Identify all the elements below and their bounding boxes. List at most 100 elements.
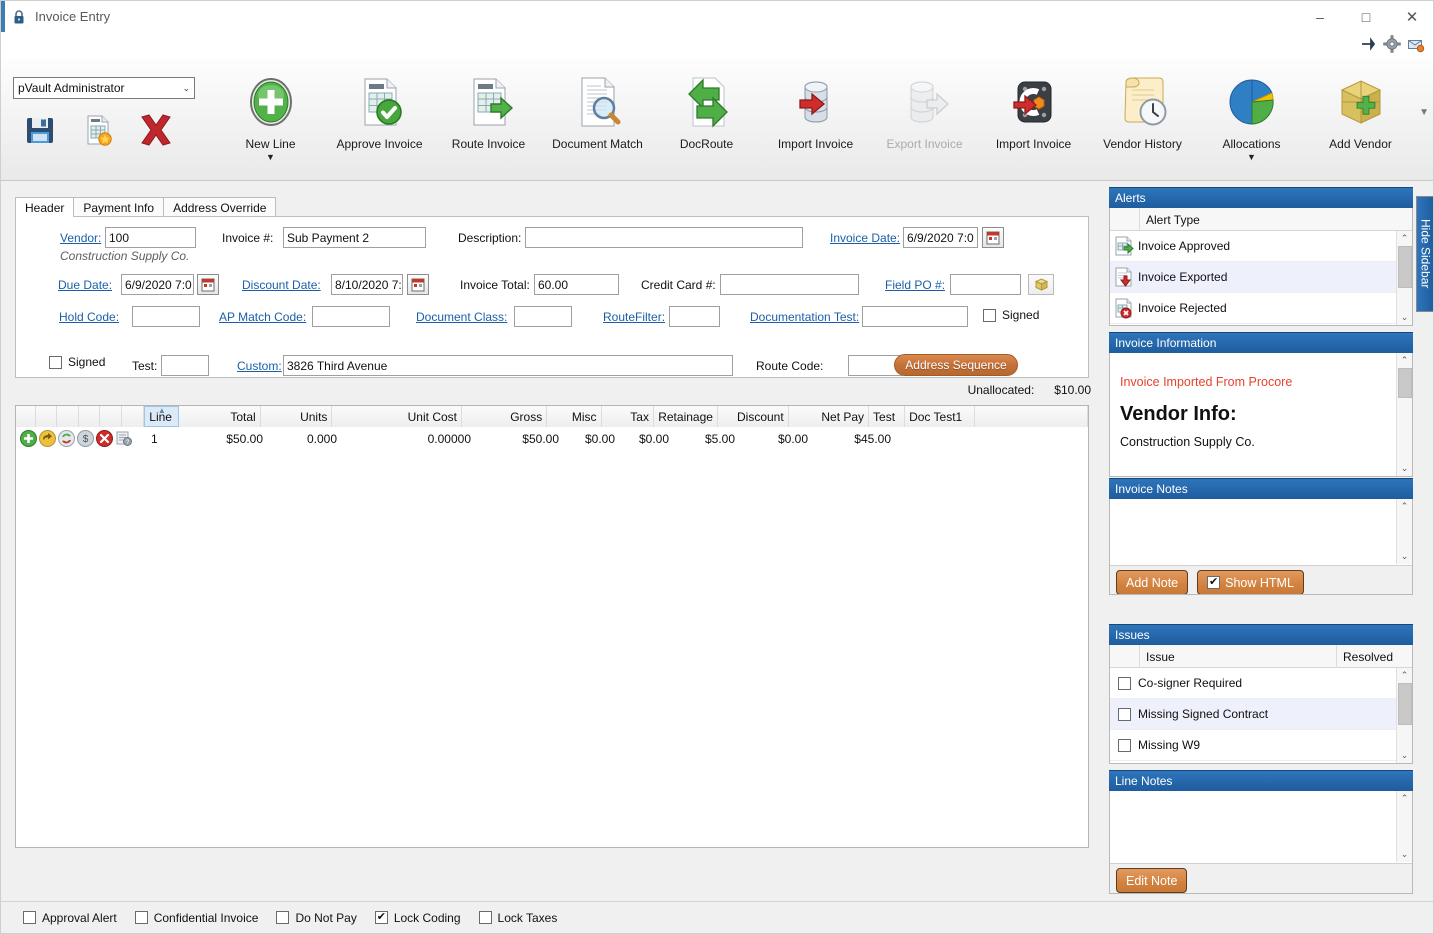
scroll-thumb[interactable]	[1397, 683, 1412, 725]
edit-note-button[interactable]: Edit Note	[1116, 868, 1188, 893]
approval-alert-checkbox[interactable]: Approval Alert	[23, 911, 117, 925]
documentation-test-label[interactable]: Documentation Test:	[750, 310, 859, 324]
delete-line-icon[interactable]	[96, 430, 113, 447]
ribbon-docroute[interactable]: DocRoute	[652, 63, 761, 181]
invoice-date-input[interactable]: 6/9/2020 7:0	[903, 227, 978, 248]
discount-date-input[interactable]: 8/10/2020 7:	[331, 274, 403, 295]
add-note-button[interactable]: Add Note	[1116, 570, 1189, 594]
issue-checkbox[interactable]	[1110, 707, 1138, 721]
discount-date-calendar-icon[interactable]	[407, 274, 429, 295]
issues-col-resolved[interactable]: Resolved	[1337, 645, 1396, 668]
grid-header-gross[interactable]: Gross	[462, 406, 548, 427]
grid-header-retainage[interactable]: Retainage	[653, 406, 718, 427]
add-line-icon[interactable]	[20, 430, 37, 447]
list-item[interactable]: Missing W9	[1110, 730, 1412, 761]
ap-match-code-input[interactable]	[312, 306, 390, 327]
scroll-down-icon[interactable]: ⌄	[1401, 461, 1409, 476]
user-select-dropdown[interactable]: pVault Administrator ⌄	[13, 77, 195, 99]
save-button[interactable]	[13, 107, 67, 153]
grid-header-line[interactable]: ▲ Line	[144, 406, 180, 427]
grid-header-discount[interactable]: Discount	[717, 406, 789, 427]
route-filter-label[interactable]: RouteFilter:	[603, 310, 665, 324]
ribbon-export-invoice[interactable]: Export Invoice	[870, 63, 979, 181]
grid-header-test[interactable]: Test	[869, 406, 906, 427]
invoice-notes-scrollbar[interactable]: ⌃ ⌄	[1396, 499, 1412, 564]
minimize-button[interactable]: –	[1297, 1, 1343, 32]
grid-header-misc[interactable]: Misc	[547, 406, 602, 427]
ribbon-import-invoice-db[interactable]: Import Invoice	[761, 63, 870, 181]
document-class-input[interactable]	[514, 306, 572, 327]
route-filter-input[interactable]	[669, 306, 720, 327]
table-row[interactable]: $ ? 1 $50.00 0.000 0.00000 $50.00 $0.00 …	[16, 427, 1088, 450]
tab-payment-info[interactable]: Payment Info	[73, 197, 165, 217]
due-date-calendar-icon[interactable]	[197, 274, 219, 295]
ribbon-scroll-down-icon[interactable]: ▼	[1419, 107, 1429, 118]
grid-header-net-pay[interactable]: Net Pay	[788, 406, 870, 427]
test-input[interactable]	[161, 355, 209, 376]
scroll-down-icon[interactable]: ⌄	[1401, 748, 1409, 763]
vendor-label[interactable]: Vendor:	[60, 231, 101, 245]
scroll-thumb[interactable]	[1397, 368, 1412, 398]
mail-alert-icon[interactable]	[1407, 35, 1425, 53]
due-date-input[interactable]: 6/9/2020 7:0	[121, 274, 194, 295]
gear-icon[interactable]	[1383, 35, 1401, 53]
field-po-label[interactable]: Field PO #:	[885, 278, 945, 292]
description-input[interactable]	[525, 227, 803, 248]
scroll-down-icon[interactable]: ⌄	[1401, 310, 1409, 325]
custom-input[interactable]: 3826 Third Avenue	[283, 355, 733, 376]
grid-header-unit-cost[interactable]: Unit Cost	[332, 406, 462, 427]
delete-button[interactable]	[129, 107, 183, 153]
list-item[interactable]: Invoice Approved	[1110, 231, 1412, 262]
ribbon-document-match[interactable]: Document Match	[543, 63, 652, 181]
scroll-thumb[interactable]	[1397, 246, 1412, 288]
issue-checkbox[interactable]	[1110, 738, 1138, 752]
alerts-scrollbar[interactable]: ⌃ ⌄	[1396, 231, 1412, 325]
show-html-button[interactable]: ✔ Show HTML	[1197, 570, 1304, 594]
duplicate-line-icon[interactable]	[39, 430, 56, 447]
tab-header[interactable]: Header	[15, 197, 75, 217]
scroll-down-icon[interactable]: ⌄	[1401, 847, 1409, 862]
vendor-input[interactable]: 100	[105, 227, 196, 248]
pin-icon[interactable]	[1359, 35, 1377, 53]
signed-left-checkbox[interactable]: Signed	[49, 355, 105, 369]
list-item[interactable]: Missing Signed Contract	[1110, 699, 1412, 730]
discount-date-label[interactable]: Discount Date:	[242, 278, 321, 292]
chevron-down-icon[interactable]: ▼	[1247, 153, 1256, 162]
line-info-icon[interactable]: ?	[115, 430, 132, 447]
ribbon-allocations[interactable]: Allocations ▼	[1197, 63, 1306, 181]
confidential-invoice-checkbox[interactable]: Confidential Invoice	[134, 911, 258, 925]
do-not-pay-checkbox[interactable]: Do Not Pay	[276, 911, 357, 925]
new-invoice-button[interactable]	[71, 107, 125, 153]
field-po-lookup-icon[interactable]	[1028, 274, 1054, 295]
maximize-button[interactable]: □	[1343, 1, 1389, 32]
documentation-test-input[interactable]	[862, 306, 968, 327]
invoice-total-input[interactable]: 60.00	[534, 274, 619, 295]
close-button[interactable]: ✕	[1389, 1, 1433, 32]
ap-match-code-label[interactable]: AP Match Code:	[219, 310, 306, 324]
signed-right-checkbox[interactable]: Signed	[983, 308, 1039, 322]
ribbon-vendor-history[interactable]: Vendor History	[1088, 63, 1197, 181]
ribbon-route-invoice[interactable]: Route Invoice	[434, 63, 543, 181]
due-date-label[interactable]: Due Date:	[58, 278, 112, 292]
grid-header-tax[interactable]: Tax	[601, 406, 654, 427]
document-class-label[interactable]: Document Class:	[416, 310, 507, 324]
lock-coding-checkbox[interactable]: ✔ Lock Coding	[374, 911, 461, 925]
alerts-col-type[interactable]: Alert Type	[1140, 208, 1396, 231]
grid-header-doc-test1[interactable]: Doc Test1	[905, 406, 975, 427]
issue-checkbox[interactable]	[1110, 676, 1138, 690]
invoice-date-label[interactable]: Invoice Date:	[830, 231, 900, 245]
ribbon-add-vendor[interactable]: Add Vendor	[1306, 63, 1415, 181]
scroll-up-icon[interactable]: ⌃	[1401, 668, 1409, 683]
tab-address-override[interactable]: Address Override	[163, 197, 277, 217]
invoice-lines-grid[interactable]: ▲ Line Total Units Unit Cost Gross Misc …	[15, 405, 1089, 848]
scroll-down-icon[interactable]: ⌄	[1401, 549, 1409, 564]
refresh-line-icon[interactable]	[58, 430, 75, 447]
issues-scrollbar[interactable]: ⌃ ⌄	[1396, 668, 1412, 763]
ribbon-import-invoice-connector[interactable]: Import Invoice	[979, 63, 1088, 181]
line-notes-textarea[interactable]	[1110, 791, 1412, 863]
list-item[interactable]: Invoice Exported	[1110, 262, 1412, 293]
scroll-up-icon[interactable]: ⌃	[1401, 231, 1409, 246]
hide-sidebar-button[interactable]: Hide Sidebar	[1416, 196, 1433, 312]
invoice-notes-textarea[interactable]	[1110, 499, 1412, 565]
ribbon-new-line[interactable]: New Line ▼	[216, 63, 325, 181]
